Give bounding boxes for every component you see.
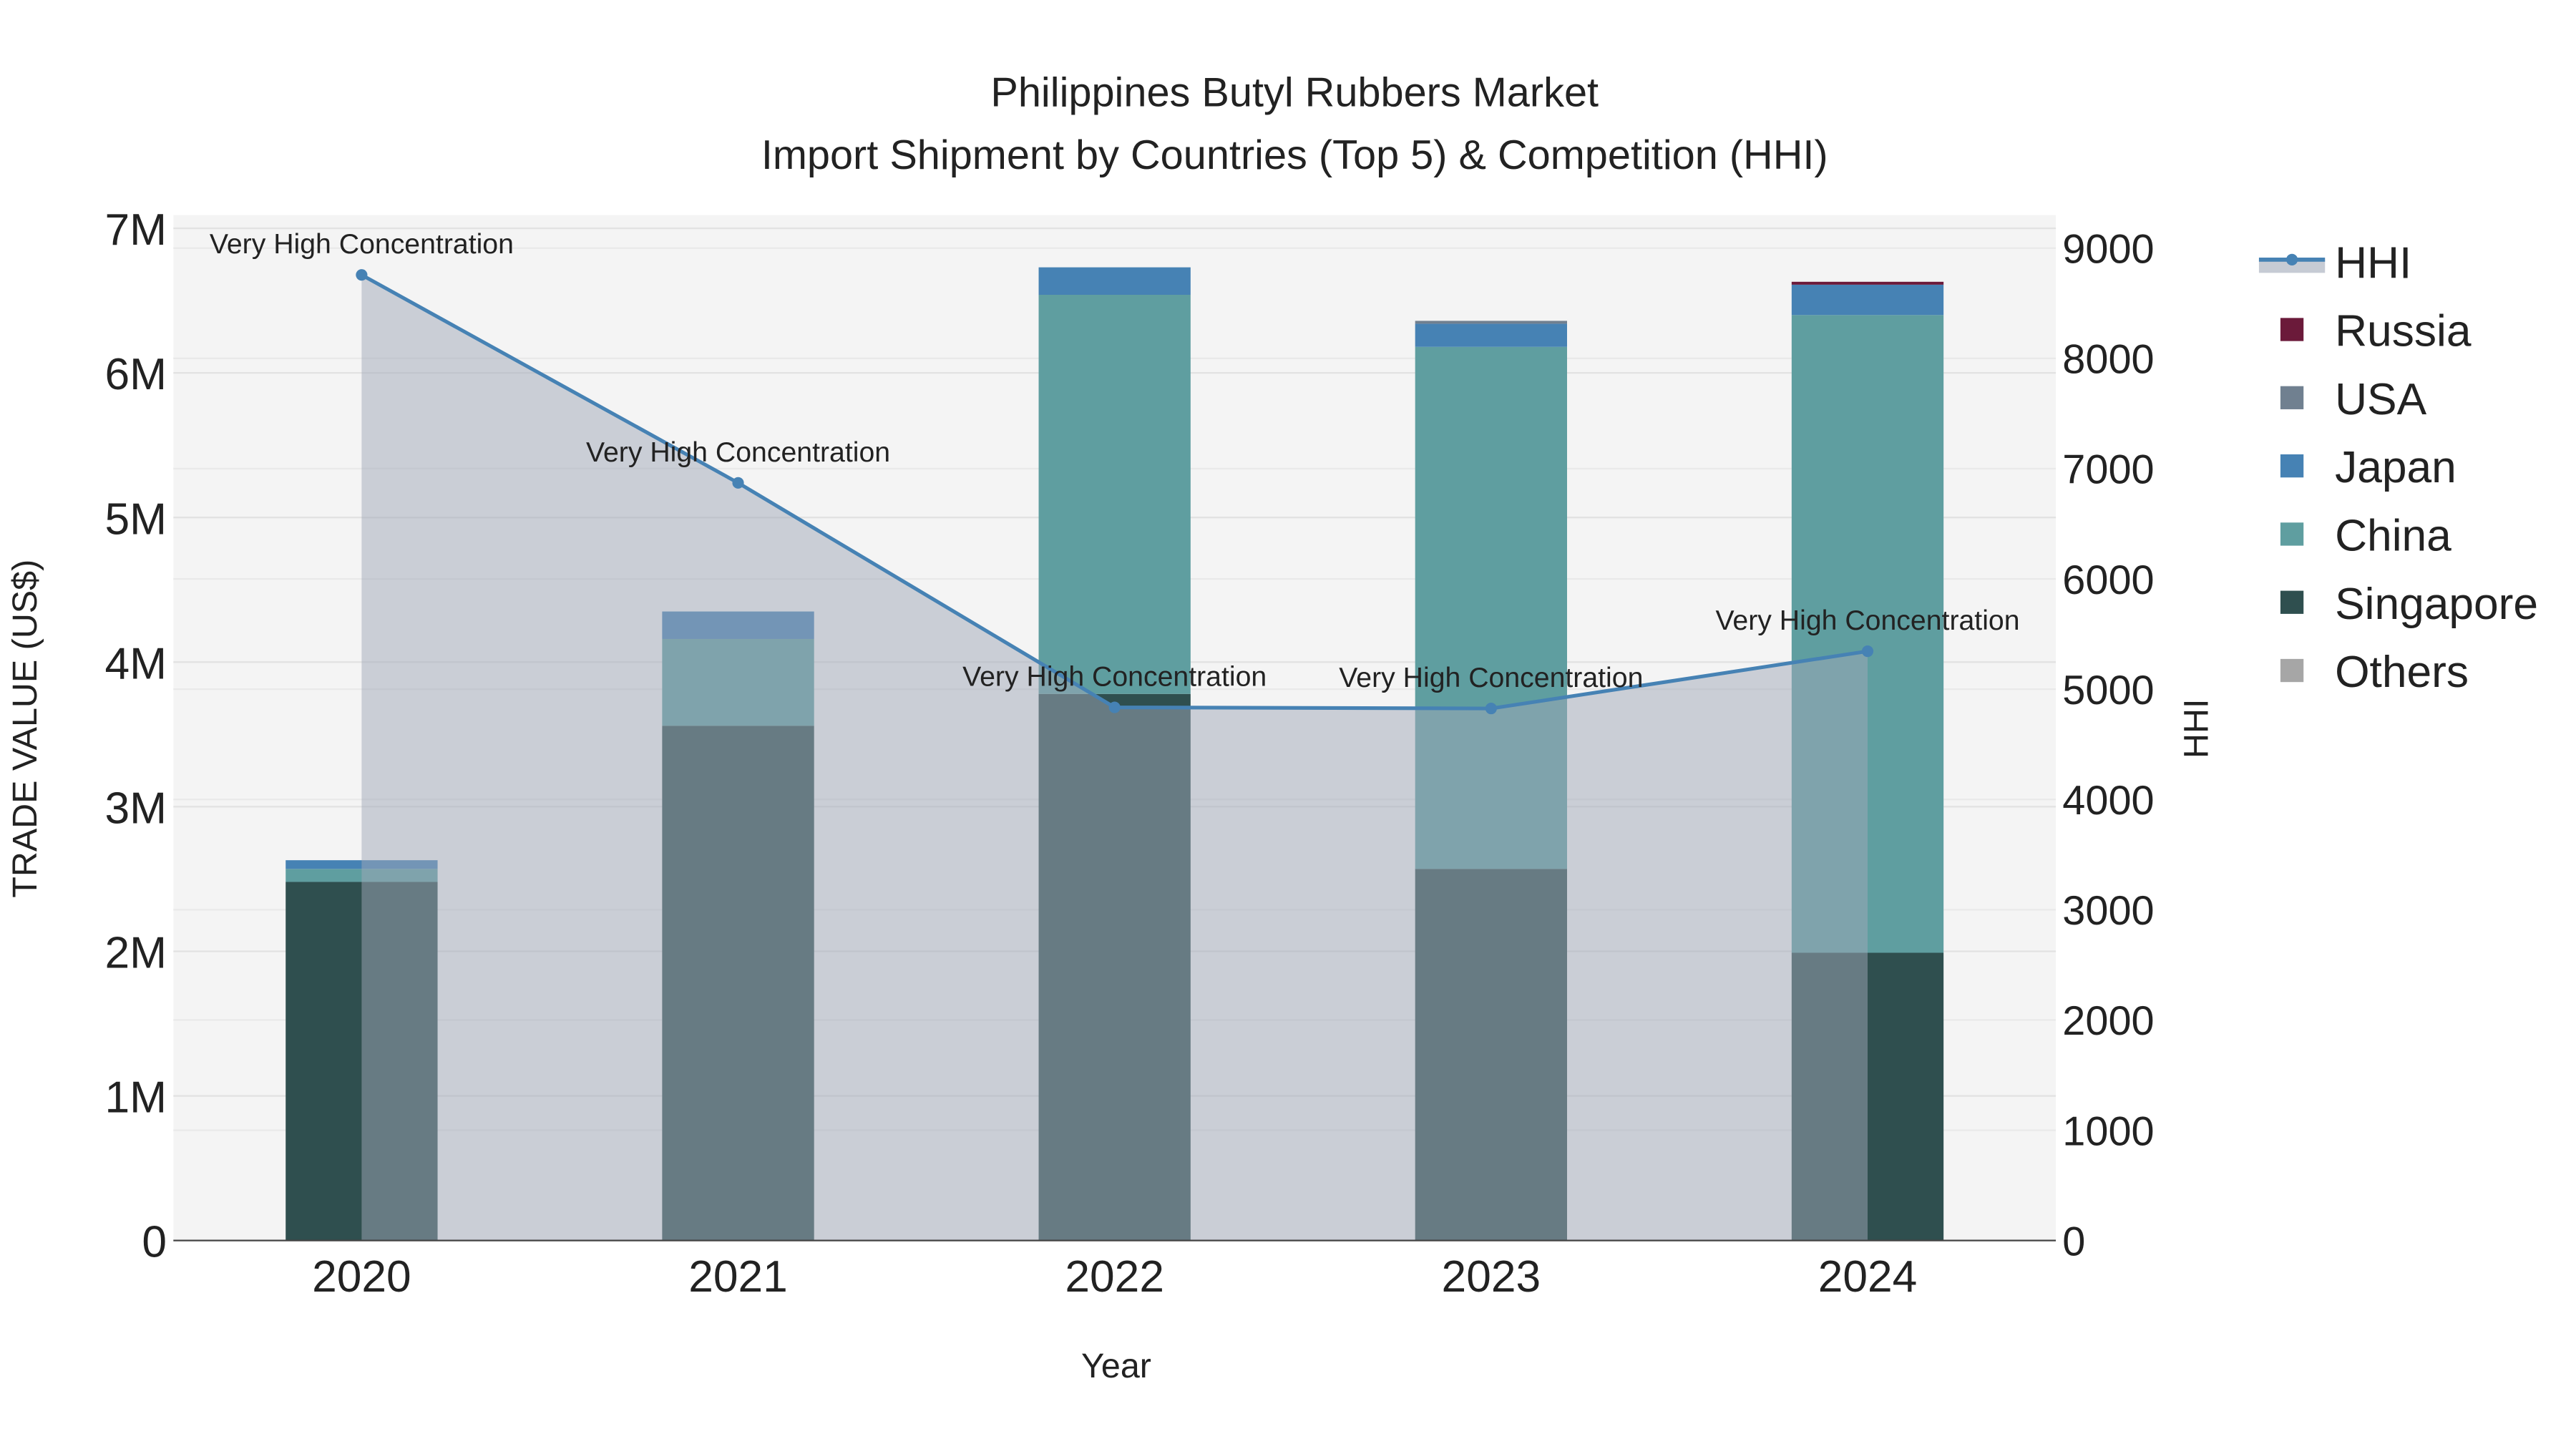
- legend-item-hhi[interactable]: HHI: [2258, 238, 2411, 288]
- bar-china-2022[interactable]: [1038, 294, 1191, 694]
- x-axis-title: Year: [1081, 1347, 1151, 1385]
- y2-tick-label: 5000: [2062, 668, 2154, 713]
- legend-swatch: [2280, 318, 2304, 341]
- chart: Very High Concentration Very High Concent…: [6, 69, 2538, 1385]
- y-tick-label: 3M: [105, 784, 167, 833]
- y-tick-label: 0: [142, 1218, 167, 1267]
- bar-russia-2024[interactable]: [1791, 281, 1944, 285]
- y2-tick-label: 2000: [2062, 998, 2154, 1044]
- x-tick-label: 2023: [1442, 1252, 1541, 1302]
- y2-tick-label: 9000: [2062, 227, 2154, 273]
- y2-axis-title: HHI: [2177, 699, 2215, 758]
- y2-tick-label: 7000: [2062, 447, 2154, 493]
- hhi-point-2021[interactable]: [732, 477, 744, 489]
- bar-japan-2024[interactable]: [1791, 284, 1944, 316]
- legend-swatch: [2280, 658, 2304, 683]
- legend-label: China: [2335, 512, 2451, 561]
- legend-label: Singapore: [2335, 580, 2538, 629]
- y-tick-label: 1M: [105, 1073, 167, 1123]
- legend-item-japan[interactable]: Japan: [2280, 443, 2457, 492]
- legend-label: Russia: [2335, 307, 2472, 356]
- hhi-point-2023[interactable]: [1485, 703, 1497, 715]
- bar-japan-2023[interactable]: [1415, 323, 1567, 347]
- y2-tick-label: 1000: [2062, 1108, 2154, 1154]
- hhi-point-2022[interactable]: [1108, 701, 1121, 713]
- y2-tick-label: 0: [2062, 1219, 2085, 1264]
- legend-label: Japan: [2335, 443, 2457, 492]
- legend-label: HHI: [2335, 238, 2411, 288]
- hhi-annotation: Very High Concentration: [962, 661, 1267, 693]
- hhi-point-2024[interactable]: [1861, 645, 1874, 658]
- x-tick-label: 2022: [1065, 1252, 1164, 1302]
- y2-tick-label: 4000: [2062, 778, 2154, 824]
- y-tick-label: 6M: [105, 350, 167, 399]
- y2-tick-label: 3000: [2062, 888, 2154, 934]
- hhi-annotation: Very High Concentration: [1715, 605, 2019, 636]
- hhi-annotation: Very High Concentration: [1339, 662, 1643, 693]
- hhi-point-2020[interactable]: [356, 269, 368, 281]
- hhi-annotation: Very High Concentration: [210, 228, 514, 260]
- bar-japan-2022[interactable]: [1038, 267, 1191, 295]
- y-tick-label: 2M: [105, 929, 167, 978]
- x-tick-label: 2021: [688, 1252, 788, 1302]
- x-tick-label: 2020: [312, 1252, 411, 1302]
- legend-item-china[interactable]: China: [2280, 512, 2451, 561]
- chart-subtitle: Import Shipment by Countries (Top 5) & C…: [761, 132, 1828, 178]
- legend-swatch: [2280, 386, 2304, 409]
- bar-usa-2023[interactable]: [1415, 321, 1567, 324]
- legend-item-usa[interactable]: USA: [2280, 375, 2427, 424]
- legend-swatch: [2280, 522, 2304, 546]
- y-axis-title: TRADE VALUE (US$): [6, 560, 44, 898]
- y-tick-label: 5M: [105, 494, 167, 544]
- legend-swatch: [2280, 590, 2304, 614]
- y-tick-label: 4M: [105, 639, 167, 688]
- chart-title: Philippines Butyl Rubbers Market: [990, 69, 1599, 115]
- legend-hhi-marker: [2286, 253, 2298, 265]
- legend-label: Others: [2335, 648, 2469, 697]
- hhi-annotation: Very High Concentration: [586, 436, 890, 468]
- legend-item-singapore[interactable]: Singapore: [2280, 580, 2538, 629]
- legend-item-others[interactable]: Others: [2280, 648, 2469, 697]
- x-tick-label: 2024: [1818, 1252, 1918, 1302]
- y2-tick-label: 6000: [2062, 557, 2154, 603]
- y-tick-label: 7M: [105, 205, 167, 255]
- legend-swatch: [2280, 454, 2304, 478]
- legend-item-russia[interactable]: Russia: [2280, 307, 2472, 356]
- y2-tick-label: 8000: [2062, 337, 2154, 383]
- legend-label: USA: [2335, 375, 2427, 424]
